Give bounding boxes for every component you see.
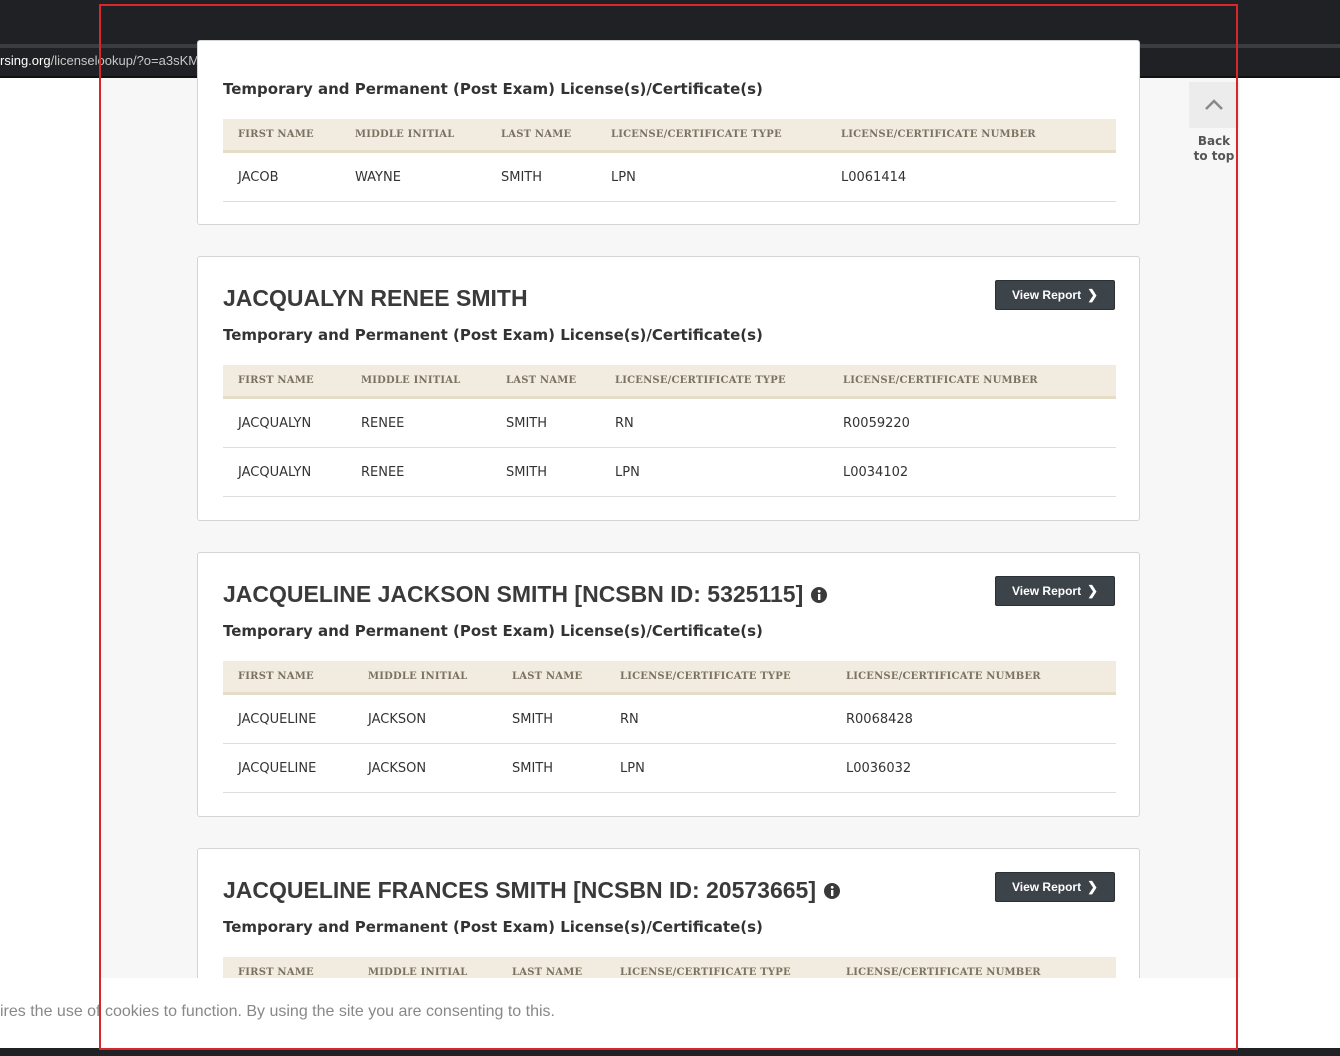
col-first-name: FIRST NAME	[223, 365, 346, 399]
table-row: JACOB WAYNE SMITH LPN L0061414	[223, 151, 1116, 202]
cookie-banner-text: ires the use of cookies to function. By …	[0, 1003, 555, 1020]
cell-last-name: SMITH	[491, 447, 600, 497]
browser-tab-bar	[0, 0, 1340, 44]
cell-middle-initial: JACKSON	[353, 693, 497, 744]
cell-license-number: R0059220	[828, 397, 1116, 448]
card-subtitle: Temporary and Permanent (Post Exam) Lice…	[223, 622, 763, 640]
cell-last-name: SMITH	[497, 743, 605, 793]
col-first-name: FIRST NAME	[223, 661, 353, 695]
cell-middle-initial: RENEE	[346, 397, 491, 448]
license-card: JACQUELINE JACKSON SMITH [NCSBN ID: 5325…	[197, 552, 1140, 817]
col-license-number: LICENSE/CERTIFICATE NUMBER	[826, 119, 1116, 153]
table-header-row: FIRST NAME MIDDLE INITIAL LAST NAME LICE…	[223, 365, 1116, 399]
back-to-top-button[interactable]: Back to top	[1189, 82, 1239, 167]
cell-license-number: L0034102	[828, 447, 1116, 497]
back-label-line1: Back	[1197, 134, 1231, 148]
view-report-label: View Report	[1011, 288, 1082, 302]
info-icon[interactable]	[811, 586, 828, 603]
col-license-type: LICENSE/CERTIFICATE TYPE	[605, 661, 831, 695]
view-report-button[interactable]: View Report ❯	[995, 576, 1115, 606]
view-report-label: View Report	[1011, 584, 1082, 598]
table-row: JACQUALYN RENEE SMITH RN R0059220	[223, 397, 1116, 448]
cell-first-name: JACQUALYN	[223, 397, 346, 448]
card-subtitle: Temporary and Permanent (Post Exam) Lice…	[223, 80, 763, 98]
col-license-type: LICENSE/CERTIFICATE TYPE	[596, 119, 826, 153]
licensee-name-text: JACQUALYN RENEE SMITH	[223, 285, 528, 311]
cell-license-number: L0061414	[826, 151, 1116, 202]
col-last-name: LAST NAME	[486, 119, 596, 153]
cell-first-name: JACQUELINE	[223, 743, 353, 793]
card-subtitle: Temporary and Permanent (Post Exam) Lice…	[223, 918, 763, 936]
table-header-row: FIRST NAME MIDDLE INITIAL LAST NAME LICE…	[223, 661, 1116, 695]
chevron-up-icon	[1189, 82, 1239, 128]
left-margin	[0, 78, 100, 978]
cell-license-type: RN	[600, 397, 828, 448]
licensee-name: JACQUELINE JACKSON SMITH [NCSBN ID: 5325…	[223, 581, 828, 608]
license-card: Temporary and Permanent (Post Exam) Lice…	[197, 40, 1140, 225]
license-table: FIRST NAME MIDDLE INITIAL LAST NAME LICE…	[223, 661, 1116, 793]
cell-middle-initial: RENEE	[346, 447, 491, 497]
license-table: FIRST NAME MIDDLE INITIAL LAST NAME LICE…	[223, 365, 1116, 497]
chevron-right-icon: ❯	[1087, 583, 1099, 598]
col-license-number: LICENSE/CERTIFICATE NUMBER	[828, 365, 1116, 399]
cell-license-type: RN	[605, 693, 831, 744]
licensee-name-text: JACQUELINE FRANCES SMITH [NCSBN ID: 2057…	[223, 877, 817, 903]
view-report-button[interactable]: View Report ❯	[995, 872, 1115, 902]
col-middle-initial: MIDDLE INITIAL	[340, 119, 486, 153]
licensee-name: JACQUELINE FRANCES SMITH [NCSBN ID: 2057…	[223, 877, 841, 904]
cell-middle-initial: JACKSON	[353, 743, 497, 793]
col-last-name: LAST NAME	[491, 365, 600, 399]
table-header-row: FIRST NAME MIDDLE INITIAL LAST NAME LICE…	[223, 119, 1116, 153]
col-license-type: LICENSE/CERTIFICATE TYPE	[600, 365, 828, 399]
cell-middle-initial: WAYNE	[340, 151, 486, 202]
cell-first-name: JACQUELINE	[223, 693, 353, 744]
browser-bottom-bar	[0, 1048, 1340, 1056]
col-last-name: LAST NAME	[497, 661, 605, 695]
license-card: JACQUALYN RENEE SMITH View Report ❯ Tempo…	[197, 256, 1140, 521]
cell-license-number: R0068428	[831, 693, 1116, 744]
cell-license-type: LPN	[596, 151, 826, 202]
col-license-number: LICENSE/CERTIFICATE NUMBER	[831, 661, 1116, 695]
back-to-top-label: Back to top	[1189, 134, 1239, 164]
view-report-label: View Report	[1011, 880, 1082, 894]
cell-last-name: SMITH	[486, 151, 596, 202]
col-middle-initial: MIDDLE INITIAL	[353, 661, 497, 695]
cell-last-name: SMITH	[497, 693, 605, 744]
table-row: JACQUELINE JACKSON SMITH LPN L0036032	[223, 743, 1116, 793]
cell-license-type: LPN	[605, 743, 831, 793]
cell-first-name: JACQUALYN	[223, 447, 346, 497]
chevron-right-icon: ❯	[1087, 879, 1099, 894]
chevron-right-icon: ❯	[1087, 287, 1099, 302]
col-middle-initial: MIDDLE INITIAL	[346, 365, 491, 399]
view-report-button[interactable]: View Report ❯	[995, 280, 1115, 310]
licensee-name: JACQUALYN RENEE SMITH	[223, 285, 528, 312]
table-row: JACQUELINE JACKSON SMITH RN R0068428	[223, 693, 1116, 744]
back-label-line2: to top	[1193, 149, 1235, 163]
cell-last-name: SMITH	[491, 397, 600, 448]
cell-license-number: L0036032	[831, 743, 1116, 793]
card-subtitle: Temporary and Permanent (Post Exam) Lice…	[223, 326, 763, 344]
table-row: JACQUALYN RENEE SMITH LPN L0034102	[223, 447, 1116, 497]
license-table: FIRST NAME MIDDLE INITIAL LAST NAME LICE…	[223, 119, 1116, 202]
right-margin	[1240, 78, 1340, 978]
col-first-name: FIRST NAME	[223, 119, 340, 153]
cookie-banner: ires the use of cookies to function. By …	[0, 978, 1340, 1048]
cell-first-name: JACOB	[223, 151, 340, 202]
cell-license-type: LPN	[600, 447, 828, 497]
licensee-name-text: JACQUELINE JACKSON SMITH [NCSBN ID: 5325…	[223, 581, 804, 607]
url-domain: rsing.org	[0, 53, 51, 68]
info-icon[interactable]	[824, 882, 841, 899]
